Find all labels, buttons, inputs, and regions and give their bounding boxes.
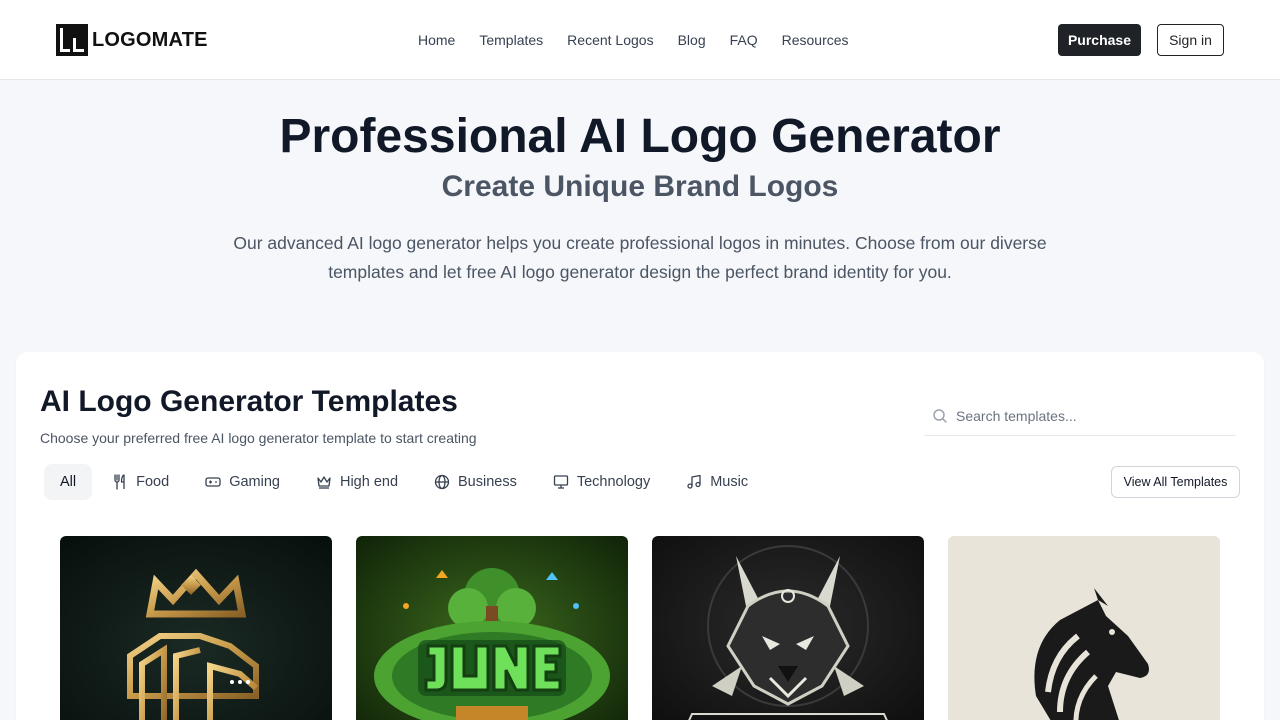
hero-subtitle: Create Unique Brand Logos xyxy=(441,170,839,203)
black-horse-logo xyxy=(948,536,1220,720)
template-card-wolf[interactable] xyxy=(652,536,924,720)
search-input[interactable] xyxy=(956,407,1226,424)
monitor-icon xyxy=(553,475,569,489)
tab-high-end[interactable]: High end xyxy=(300,464,414,500)
tab-business-label: Business xyxy=(458,474,517,490)
tab-music[interactable]: Music xyxy=(670,464,764,500)
site-logo[interactable]: LOGOMATE xyxy=(56,24,208,56)
logo-mark-icon xyxy=(56,24,88,56)
tab-business[interactable]: Business xyxy=(418,464,533,500)
nav-recent-logos[interactable]: Recent Logos xyxy=(567,30,653,50)
templates-description: Choose your preferred free AI logo gener… xyxy=(40,430,477,446)
site-header: LOGOMATE Home Templates Recent Logos Blo… xyxy=(0,0,1280,80)
nav-blog[interactable]: Blog xyxy=(678,30,706,50)
main-nav: Home Templates Recent Logos Blog FAQ Res… xyxy=(418,30,873,50)
tab-high-end-label: High end xyxy=(339,474,399,490)
globe-icon xyxy=(434,474,450,490)
templates-title: AI Logo Generator Templates xyxy=(40,385,458,418)
nav-templates[interactable]: Templates xyxy=(479,30,543,50)
template-card-lion[interactable] xyxy=(60,536,332,720)
tab-gaming-label: Gaming xyxy=(229,474,280,490)
view-all-templates-button[interactable]: View All Templates xyxy=(1111,466,1240,498)
template-card-horse[interactable] xyxy=(948,536,1220,720)
nav-faq[interactable]: FAQ xyxy=(730,30,758,50)
tab-technology[interactable]: Technology xyxy=(537,464,666,500)
logo-text: LOGOMATE xyxy=(92,28,208,51)
nav-resources[interactable]: Resources xyxy=(782,30,849,50)
tab-food-label: Food xyxy=(136,474,170,490)
tab-music-label: Music xyxy=(710,474,749,490)
golden-lion-crown-logo xyxy=(60,536,332,720)
hero-description: Our advanced AI logo generator helps you… xyxy=(233,233,1047,282)
crown-icon xyxy=(317,476,331,489)
tab-food[interactable]: Food xyxy=(96,464,185,500)
template-card-jungle[interactable] xyxy=(356,536,628,720)
purchase-button[interactable]: Purchase xyxy=(1058,24,1141,56)
category-tabs: All Food Gaming High end Business Techno… xyxy=(44,464,768,500)
search-icon xyxy=(933,408,947,423)
gamepad-icon xyxy=(205,477,221,487)
template-search xyxy=(924,396,1236,436)
tab-gaming[interactable]: Gaming xyxy=(189,464,296,500)
wolf-emblem-logo xyxy=(652,536,924,720)
sign-in-button[interactable]: Sign in xyxy=(1157,24,1224,56)
jungle-jump-logo xyxy=(356,536,628,720)
music-note-icon xyxy=(687,474,701,489)
tab-technology-label: Technology xyxy=(576,474,651,490)
hero-title: Professional AI Logo Generator xyxy=(279,110,1001,163)
tab-all[interactable]: All xyxy=(44,464,93,500)
nav-home[interactable]: Home xyxy=(418,30,455,50)
tab-all-label: All xyxy=(60,474,77,490)
utensils-icon xyxy=(114,474,125,490)
